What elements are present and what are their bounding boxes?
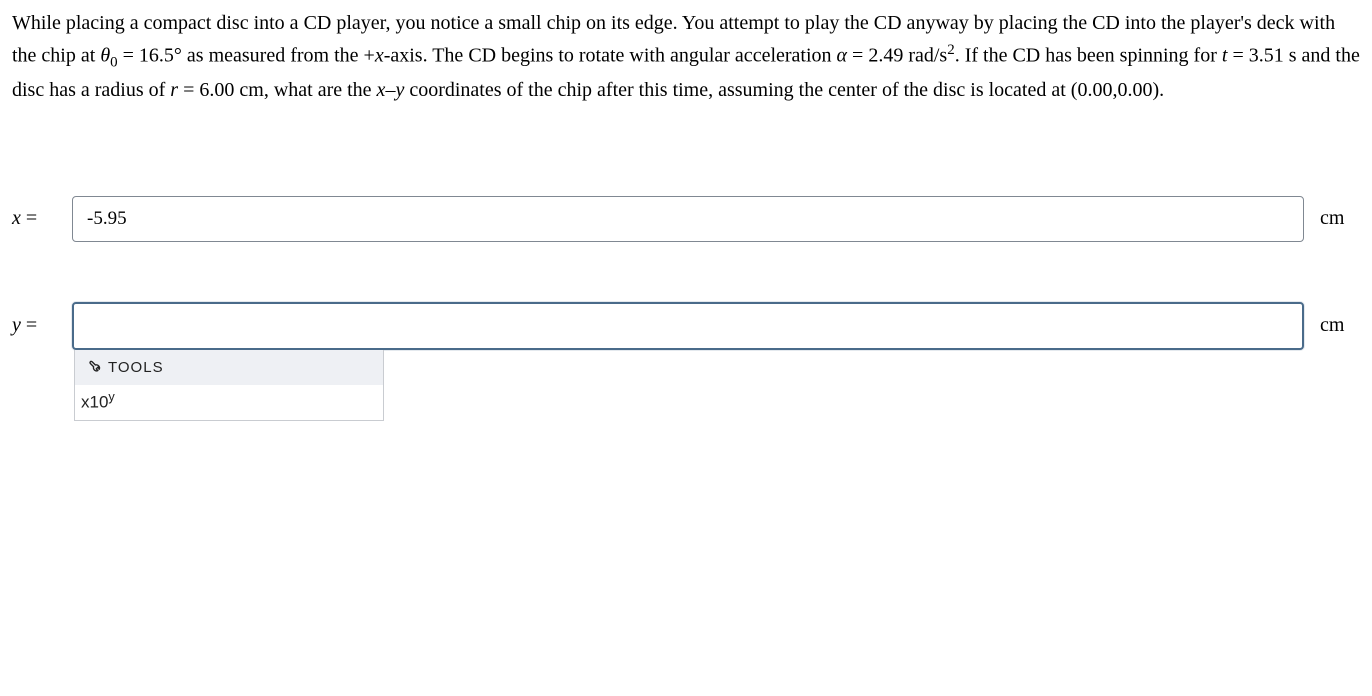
x-label: x = [12,203,72,234]
x-unit: cm [1304,203,1360,234]
y-unit: cm [1304,310,1360,341]
tools-header: TOOLS [75,350,383,385]
y-input[interactable] [72,302,1304,350]
exponent-tool-button[interactable]: x10y [75,385,383,420]
x-input[interactable] [72,196,1304,242]
question-text: While placing a compact disc into a CD p… [12,8,1360,106]
answer-row-y: y = cm [12,302,1360,350]
y-label: y = [12,310,72,341]
answer-row-x: x = cm [12,196,1360,242]
wrench-icon [81,360,104,375]
tools-panel: TOOLS x10y [74,350,384,421]
